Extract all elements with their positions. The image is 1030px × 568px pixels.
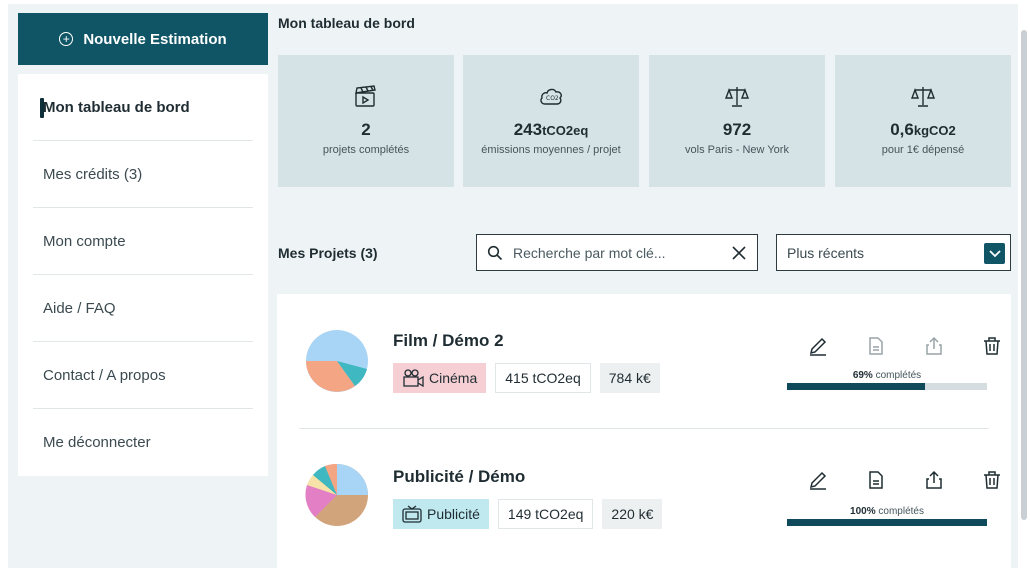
document-icon bbox=[869, 471, 883, 489]
tv-icon bbox=[402, 505, 422, 523]
share-icon bbox=[926, 336, 942, 355]
search-input[interactable] bbox=[513, 244, 703, 261]
new-estimation-button[interactable]: + Nouvelle Estimation bbox=[18, 13, 268, 65]
budget-badge: 784 k€ bbox=[599, 363, 660, 393]
project-card[interactable]: Publicité / Démo Publicité 149 tCO2eq 22… bbox=[299, 430, 1000, 565]
delete-button[interactable] bbox=[963, 336, 1021, 356]
stat-card-flights: 972 vols Paris - New York bbox=[649, 55, 825, 187]
delete-button[interactable] bbox=[963, 470, 1021, 490]
sidebar-item-help[interactable]: Aide / FAQ bbox=[33, 275, 253, 342]
stat-label: émissions moyennes / projet bbox=[481, 144, 621, 156]
document-icon bbox=[869, 337, 883, 355]
clapperboard-icon bbox=[355, 85, 376, 107]
new-estimation-label: Nouvelle Estimation bbox=[83, 30, 227, 48]
progress-bar bbox=[787, 383, 987, 390]
sidebar-item-label: Aide / FAQ bbox=[43, 299, 116, 317]
trash-icon bbox=[984, 337, 1000, 355]
scale-icon bbox=[724, 87, 750, 107]
projects-title: Mes Projets (3) bbox=[278, 245, 378, 261]
project-name[interactable]: Film / Démo 2 bbox=[393, 331, 504, 351]
sidebar-item-credits[interactable]: Mes crédits (3) bbox=[33, 141, 253, 208]
pencil-icon bbox=[809, 337, 827, 356]
sidebar-item-logout[interactable]: Me déconnecter bbox=[33, 409, 253, 476]
sidebar-item-label: Contact / A propos bbox=[43, 366, 166, 384]
stat-value: 972 bbox=[722, 120, 752, 139]
chevron-down-icon bbox=[984, 243, 1005, 264]
sort-select-value: Plus récents bbox=[787, 244, 865, 261]
active-indicator bbox=[40, 98, 44, 118]
stat-label: pour 1€ dépensé bbox=[881, 144, 965, 156]
project-actions bbox=[789, 336, 1021, 356]
stat-card-emissions: CO2 243tCO2eq émissions moyennes / proje… bbox=[463, 55, 639, 187]
co2-cloud-icon: CO2 bbox=[540, 88, 562, 105]
svg-text:CO2: CO2 bbox=[546, 95, 559, 102]
category-badge: Cinéma bbox=[393, 363, 487, 393]
emissions-badge: 415 tCO2eq bbox=[495, 363, 591, 393]
share-icon bbox=[926, 470, 942, 489]
search-box bbox=[476, 234, 758, 271]
pencil-icon bbox=[809, 471, 827, 490]
edit-button[interactable] bbox=[789, 336, 847, 356]
stat-value: 0,6kgCO2 bbox=[890, 120, 956, 139]
sidebar-item-label: Me déconnecter bbox=[43, 434, 151, 451]
stat-value: 2 bbox=[361, 120, 371, 139]
progress-label: 100% complétés bbox=[850, 506, 924, 517]
sidebar-item-contact[interactable]: Contact / A propos bbox=[33, 342, 253, 409]
edit-button[interactable] bbox=[789, 470, 847, 490]
stat-card-projects: 2 projets complétés bbox=[278, 55, 454, 187]
share-button[interactable] bbox=[905, 470, 963, 490]
sidebar-item-account[interactable]: Mon compte bbox=[33, 208, 253, 275]
document-button[interactable] bbox=[847, 336, 905, 356]
stat-label: projets complétés bbox=[322, 144, 410, 156]
emissions-badge: 149 tCO2eq bbox=[497, 499, 594, 529]
sidebar-item-dashboard[interactable]: Mon tableau de bord bbox=[33, 74, 253, 141]
project-pie-chart bbox=[305, 463, 368, 526]
project-pie-chart bbox=[306, 330, 368, 392]
stat-value: 243tCO2eq bbox=[513, 120, 589, 139]
project-tags: Cinéma 415 tCO2eq 784 k€ bbox=[393, 363, 660, 393]
sidebar: Mon tableau de bord Mes crédits (3) Mon … bbox=[18, 74, 268, 476]
search-icon bbox=[487, 245, 503, 260]
trash-icon bbox=[984, 471, 1000, 489]
category-badge: Publicité bbox=[393, 499, 489, 529]
budget-badge: 220 k€ bbox=[602, 499, 663, 529]
scale-icon bbox=[910, 87, 936, 107]
stat-label: vols Paris - New York bbox=[685, 144, 789, 156]
sidebar-item-label: Mon compte bbox=[43, 232, 126, 250]
progress-fill bbox=[787, 383, 925, 390]
clear-search-button[interactable] bbox=[731, 245, 747, 261]
stat-card-ratio: 0,6kgCO2 pour 1€ dépensé bbox=[835, 55, 1011, 187]
close-icon bbox=[732, 245, 746, 260]
plus-circle-icon: + bbox=[59, 32, 74, 46]
project-name[interactable]: Publicité / Démo bbox=[393, 467, 525, 487]
progress-fill bbox=[787, 519, 987, 526]
document-button[interactable] bbox=[847, 470, 905, 490]
project-actions bbox=[789, 470, 1021, 490]
share-button[interactable] bbox=[905, 336, 963, 356]
progress-bar bbox=[787, 519, 987, 526]
film-camera-icon bbox=[403, 369, 424, 387]
sort-select[interactable]: Plus récents bbox=[776, 234, 1011, 271]
page-scrollbar[interactable] bbox=[1021, 30, 1027, 520]
projects-list: Film / Démo 2 Cinéma 415 tCO2eq 784 k€ 6… bbox=[277, 294, 1011, 568]
project-tags: Publicité 149 tCO2eq 220 k€ bbox=[393, 499, 663, 529]
progress-label: 69% complétés bbox=[852, 370, 922, 381]
project-card[interactable]: Film / Démo 2 Cinéma 415 tCO2eq 784 k€ 6… bbox=[299, 294, 1000, 429]
sidebar-item-label: Mes crédits (3) bbox=[43, 165, 143, 183]
page-title: Mon tableau de bord bbox=[278, 15, 415, 31]
sidebar-item-label: Mon tableau de bord bbox=[43, 98, 190, 116]
